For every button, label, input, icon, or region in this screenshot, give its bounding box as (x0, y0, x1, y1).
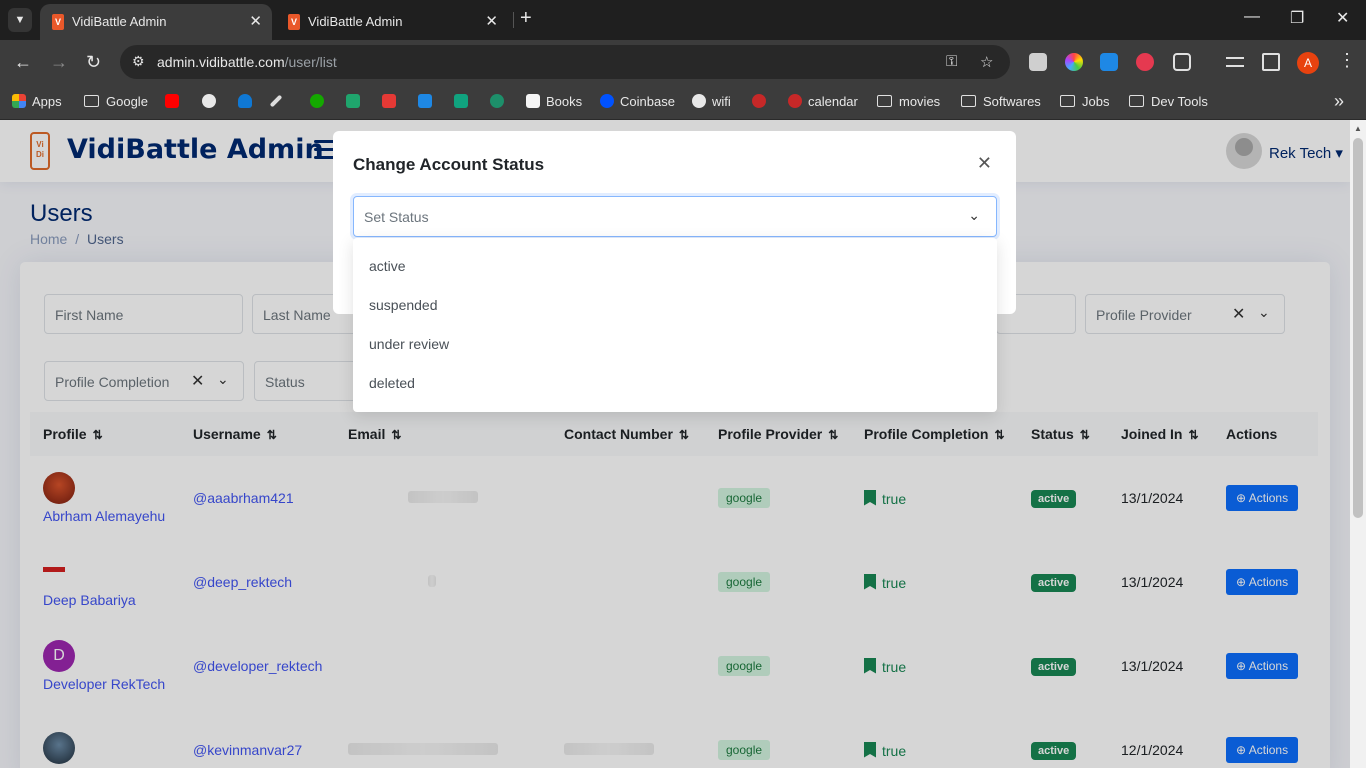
upwork-icon (310, 94, 324, 108)
github-icon (202, 94, 216, 108)
bookmark-link[interactable] (269, 94, 284, 109)
bookmark-softwares[interactable]: Softwares (961, 94, 1041, 109)
menu-dots-icon[interactable]: ⋮ (1338, 50, 1356, 71)
red-logo-icon (752, 94, 766, 108)
site-favicon-icon: V (52, 14, 64, 30)
close-tab-icon[interactable]: ✕ (485, 12, 498, 30)
chevron-down-icon[interactable]: ⌄ (968, 207, 980, 224)
bookmark-movies[interactable]: movies (877, 94, 940, 109)
reload-icon[interactable]: ↻ (86, 52, 101, 73)
close-tab-icon[interactable]: ✕ (249, 12, 262, 30)
bookmark-dailydev[interactable] (346, 94, 366, 109)
side-panel-icon[interactable] (1262, 53, 1280, 71)
url-text: admin.vidibattle.com/user/list (157, 54, 337, 70)
bookmark-onedrive[interactable] (238, 94, 258, 109)
bookmark-jobs[interactable]: Jobs (1060, 94, 1109, 109)
more-bookmarks-icon[interactable]: » (1334, 91, 1344, 112)
star-icon[interactable]: ☆ (980, 53, 993, 71)
bookmark-youtube[interactable] (165, 94, 185, 109)
calendar-icon (788, 94, 802, 108)
extension-icon[interactable] (1029, 53, 1047, 71)
site-info-icon[interactable]: ⚙ (132, 53, 145, 70)
folder-icon (961, 95, 976, 107)
back-icon[interactable]: ← (14, 52, 32, 73)
youtube-icon (165, 94, 179, 108)
p-icon (382, 94, 396, 108)
browser-tab-bar: ▼ V VidiBattle Admin ✕ V VidiBattle Admi… (0, 0, 1366, 40)
browser-toolbar: ← → ↻ ⚙ admin.vidibattle.com/user/list ⚿… (0, 40, 1366, 86)
media-control-icon[interactable] (1226, 57, 1244, 67)
browser-tab-active[interactable]: V VidiBattle Admin ✕ (40, 4, 272, 40)
apps-grid-icon (12, 94, 26, 108)
bookmark-site[interactable] (490, 94, 510, 109)
coinbase-icon (600, 94, 614, 108)
close-icon[interactable]: ✕ (977, 153, 992, 174)
bookmark-apps[interactable]: Apps (12, 94, 62, 109)
tab-title: VidiBattle Admin (308, 14, 403, 29)
scroll-up-icon: ▲ (1354, 124, 1362, 133)
extension-icon[interactable] (1136, 53, 1154, 71)
option-under-review[interactable]: under review (369, 336, 449, 352)
page-scrollbar[interactable]: ▲ (1350, 120, 1366, 768)
key-icon[interactable]: ⚿ (946, 53, 957, 70)
option-suspended[interactable]: suspended (369, 297, 438, 313)
folder-icon (1129, 95, 1144, 107)
folder-icon (84, 95, 99, 107)
bookmark-upwork[interactable] (310, 94, 330, 109)
select-placeholder: Set Status (364, 209, 429, 225)
scrollbar-thumb[interactable] (1353, 138, 1363, 518)
bookmark-chatgpt[interactable] (454, 94, 474, 109)
option-deleted[interactable]: deleted (369, 375, 415, 391)
onedrive-icon (238, 94, 252, 108)
tab-search-button[interactable]: ▼ (8, 8, 32, 32)
tab-title: VidiBattle Admin (72, 14, 167, 29)
d-icon (346, 94, 360, 108)
globe-icon (692, 94, 706, 108)
extension-icon[interactable] (1100, 53, 1118, 71)
address-bar[interactable]: ⚙ admin.vidibattle.com/user/list ⚿ ☆ (120, 45, 1010, 79)
extensions-puzzle-icon[interactable] (1173, 53, 1191, 71)
profile-avatar-icon[interactable]: A (1297, 52, 1319, 74)
color-picker-extension-icon[interactable] (1065, 53, 1083, 71)
bookmark-google[interactable]: Google (84, 94, 148, 109)
bookmark-github[interactable] (202, 94, 222, 109)
bookmark-wifi[interactable]: wifi (692, 94, 731, 109)
chatgpt-icon (454, 94, 468, 108)
new-tab-icon[interactable]: + (520, 7, 532, 30)
bookmarks-bar: Apps Google Books Coinbase wifi calendar… (0, 86, 1366, 120)
bookmark-red[interactable] (752, 94, 772, 109)
bookmark-dev-tools[interactable]: Dev Tools (1129, 94, 1208, 109)
bookmark-vscode[interactable] (418, 94, 438, 109)
folder-icon (1060, 95, 1075, 107)
pen-icon (269, 94, 283, 108)
close-window-icon[interactable]: ✕ (1336, 8, 1349, 28)
status-select-input[interactable]: Set Status ⌄ (353, 196, 997, 237)
status-dropdown-menu: active suspended under review deleted (353, 238, 997, 412)
books-icon (526, 94, 540, 108)
site-favicon-icon: V (288, 14, 300, 30)
globe-icon (490, 94, 504, 108)
restore-icon[interactable]: ❐ (1290, 8, 1304, 28)
bookmark-coinbase[interactable]: Coinbase (600, 94, 675, 109)
forward-icon[interactable]: → (50, 52, 68, 73)
bookmark-calendar[interactable]: calendar (788, 94, 858, 109)
folder-icon (877, 95, 892, 107)
bookmark-producthunt[interactable] (382, 94, 402, 109)
vscode-icon (418, 94, 432, 108)
browser-tab[interactable]: V VidiBattle Admin ✕ (276, 4, 508, 40)
minimize-icon[interactable]: — (1244, 8, 1260, 26)
option-active[interactable]: active (369, 258, 406, 274)
tab-divider (513, 12, 514, 28)
modal-title: Change Account Status (353, 155, 545, 174)
bookmark-books[interactable]: Books (526, 94, 582, 109)
